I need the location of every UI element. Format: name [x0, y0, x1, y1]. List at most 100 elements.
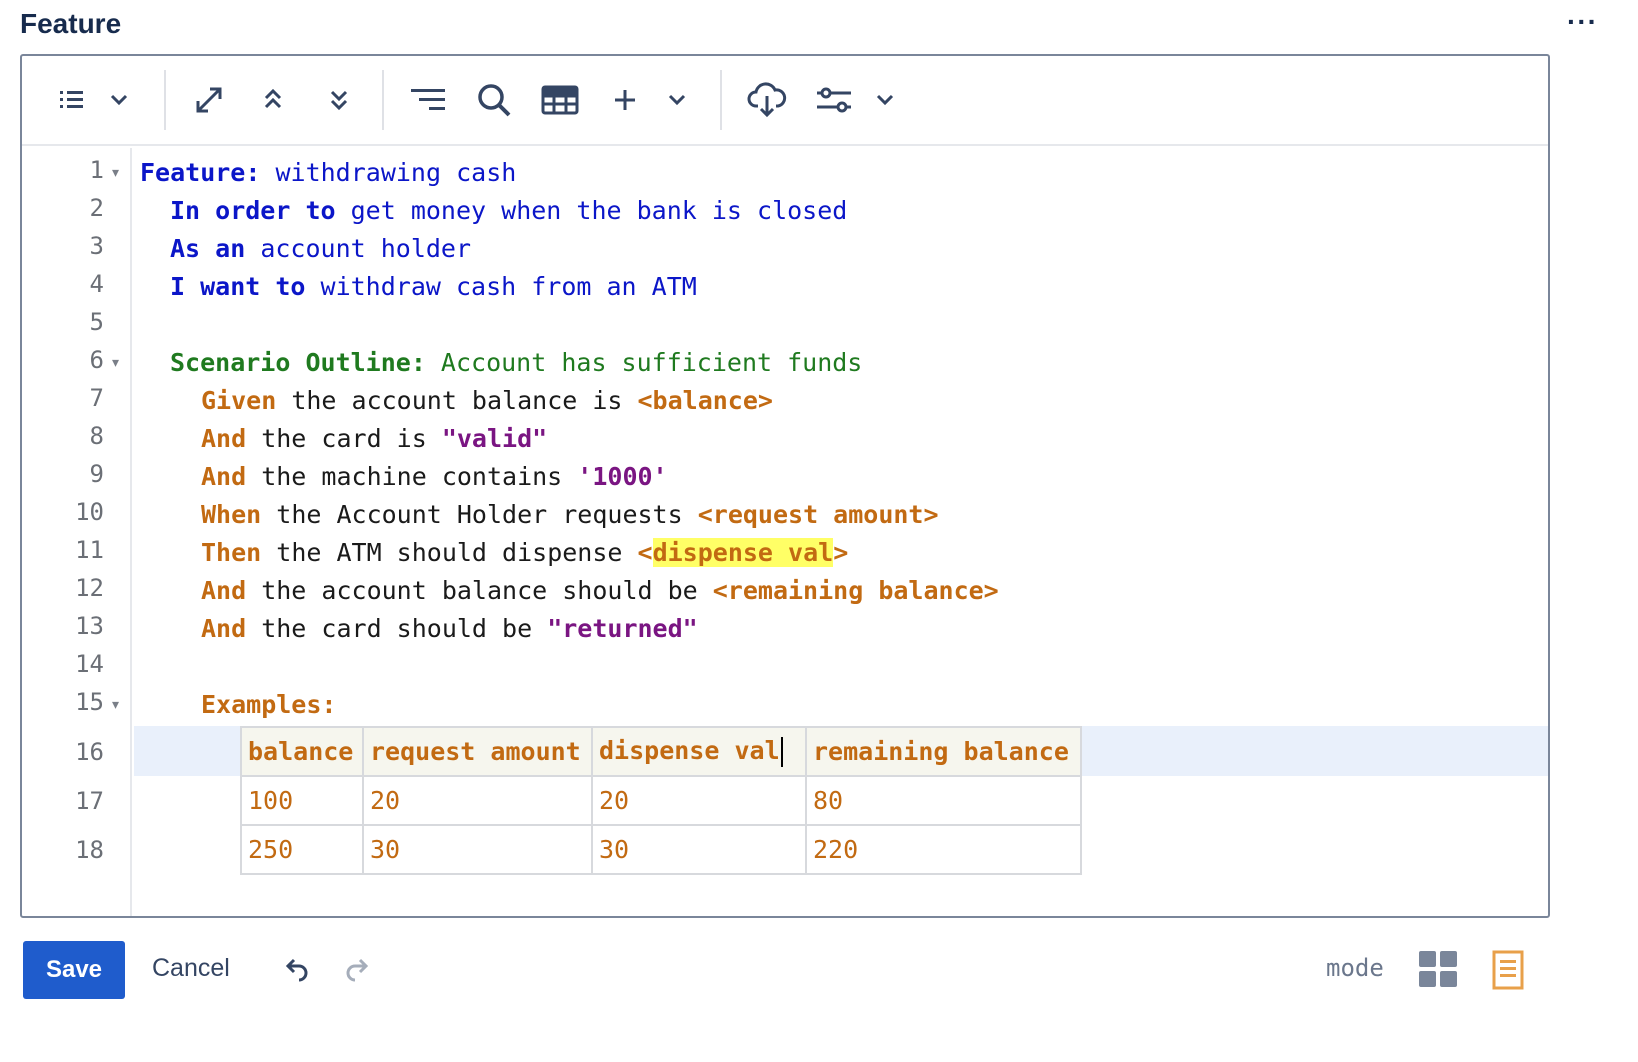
- line-text: withdraw cash from an ATM: [305, 272, 697, 301]
- step-text: the machine contains: [246, 462, 578, 491]
- code-area[interactable]: 1 ▾ 2 3 4 5 6 ▾ 7 8 9 10 11 12 13 14 15 …: [22, 148, 1548, 916]
- collapse-down-icon[interactable]: [324, 76, 354, 124]
- table-cell[interactable]: 30: [591, 824, 807, 875]
- table-cell[interactable]: 20: [362, 775, 593, 826]
- line-number: 18: [75, 836, 104, 864]
- code-line[interactable]: And the machine contains '1000': [201, 462, 668, 492]
- step-text: the ATM should dispense: [261, 538, 638, 567]
- step-keyword: And: [201, 614, 247, 643]
- table-cell[interactable]: 30: [362, 824, 593, 875]
- line-number-gutter: 1 ▾ 2 3 4 5 6 ▾ 7 8 9 10 11 12 13 14 15 …: [22, 148, 132, 916]
- fold-toggle-icon[interactable]: ▾: [112, 164, 119, 181]
- table-icon[interactable]: [538, 76, 582, 124]
- cancel-button[interactable]: Cancel: [152, 954, 230, 983]
- step-text: the card should be: [246, 614, 548, 643]
- line-number: 14: [75, 650, 104, 678]
- plus-icon[interactable]: [610, 76, 640, 124]
- list-icon[interactable]: [52, 76, 92, 124]
- table-row: 250 30 30 220: [240, 824, 1082, 875]
- line-number: 3: [89, 232, 104, 260]
- fold-toggle-icon[interactable]: ▾: [112, 354, 119, 371]
- table-header-cell[interactable]: remaining balance: [805, 726, 1082, 777]
- placeholder-open: <: [637, 538, 653, 567]
- cloud-download-icon[interactable]: [746, 76, 788, 124]
- chevron-down-icon[interactable]: [104, 76, 134, 124]
- panel-title: Feature: [20, 8, 122, 39]
- code-line[interactable]: Then the ATM should dispense <dispense v…: [201, 538, 848, 568]
- keyword: Feature:: [140, 158, 261, 187]
- code-line[interactable]: Given the account balance is <balance>: [201, 386, 773, 416]
- step-keyword: Given: [201, 386, 277, 415]
- code-line[interactable]: And the account balance should be <remai…: [201, 576, 999, 606]
- step-keyword: Then: [201, 538, 262, 567]
- keyword: I want to: [170, 272, 306, 301]
- line-number: 13: [75, 612, 104, 640]
- line-number: 15: [75, 688, 104, 716]
- line-number: 11: [75, 536, 104, 564]
- line-number: 17: [75, 787, 104, 815]
- table-row: 100 20 20 80: [240, 775, 1082, 826]
- code-line[interactable]: As an account holder: [170, 234, 471, 264]
- line-number: 4: [89, 270, 104, 298]
- placeholder: <request amount>: [697, 500, 939, 529]
- code-line[interactable]: Examples:: [201, 690, 336, 720]
- chevron-down-icon[interactable]: [870, 76, 900, 124]
- string-literal: "valid": [441, 424, 548, 453]
- feature-name: withdrawing cash: [260, 158, 517, 187]
- redo-icon[interactable]: [344, 956, 372, 987]
- line-number: 6: [89, 346, 104, 374]
- code-line[interactable]: I want to withdraw cash from an ATM: [170, 272, 697, 302]
- code-line[interactable]: When the Account Holder requests <reques…: [201, 500, 939, 530]
- code-line[interactable]: And the card is "valid": [201, 424, 547, 454]
- save-button[interactable]: Save: [23, 941, 125, 999]
- gherkin-editor[interactable]: 1 ▾ 2 3 4 5 6 ▾ 7 8 9 10 11 12 13 14 15 …: [20, 54, 1550, 918]
- table-cell[interactable]: 250: [240, 824, 364, 875]
- line-number: 5: [89, 308, 104, 336]
- expand-icon[interactable]: [188, 76, 230, 124]
- step-text: the card is: [246, 424, 442, 453]
- table-header-cell[interactable]: balance: [240, 726, 364, 777]
- string-literal: "returned": [547, 614, 698, 643]
- placeholder-close: >: [833, 538, 849, 567]
- step-keyword: And: [201, 462, 247, 491]
- line-number: 9: [89, 460, 104, 488]
- table-cell[interactable]: 100: [240, 775, 364, 826]
- fold-toggle-icon[interactable]: ▾: [112, 696, 119, 713]
- toolbar-divider: [164, 70, 166, 130]
- mode-label: mode: [1326, 954, 1384, 982]
- line-number: 8: [89, 422, 104, 450]
- keyword: As an: [170, 234, 246, 263]
- step-keyword: And: [201, 576, 247, 605]
- step-keyword: When: [201, 500, 262, 529]
- grid-mode-icon[interactable]: [1418, 950, 1458, 993]
- format-lines-icon[interactable]: [408, 76, 448, 124]
- keyword: Scenario Outline:: [170, 348, 426, 377]
- code-line[interactable]: And the card should be "returned": [201, 614, 698, 644]
- table-header-cell[interactable]: request amount: [362, 726, 593, 777]
- table-cell[interactable]: 80: [805, 775, 1082, 826]
- table-cell[interactable]: 20: [591, 775, 807, 826]
- code-line[interactable]: Scenario Outline: Account has sufficient…: [170, 348, 862, 378]
- more-options-icon[interactable]: ···: [1567, 6, 1598, 38]
- undo-icon[interactable]: [282, 956, 310, 987]
- table-header-row: balance request amount dispense val rema…: [240, 726, 1082, 777]
- line-number: 10: [75, 498, 104, 526]
- document-mode-icon[interactable]: [1492, 950, 1524, 995]
- step-keyword: And: [201, 424, 247, 453]
- editor-toolbar: [22, 56, 1548, 146]
- text-cursor: [780, 737, 783, 767]
- search-icon[interactable]: [474, 76, 514, 124]
- placeholder-highlighted: dispense val: [652, 538, 834, 567]
- examples-table[interactable]: balance request amount dispense val rema…: [240, 726, 1082, 875]
- chevron-down-icon[interactable]: [662, 76, 692, 124]
- keyword: In order to: [170, 196, 336, 225]
- settings-sliders-icon[interactable]: [814, 76, 854, 124]
- code-line[interactable]: In order to get money when the bank is c…: [170, 196, 847, 226]
- code-line[interactable]: Feature: withdrawing cash: [140, 158, 516, 188]
- table-header-cell-active[interactable]: dispense val: [591, 726, 807, 777]
- line-number: 1: [89, 156, 104, 184]
- placeholder: <balance>: [637, 386, 773, 415]
- examples-keyword: Examples:: [201, 690, 337, 719]
- collapse-up-icon[interactable]: [258, 76, 288, 124]
- table-cell[interactable]: 220: [805, 824, 1082, 875]
